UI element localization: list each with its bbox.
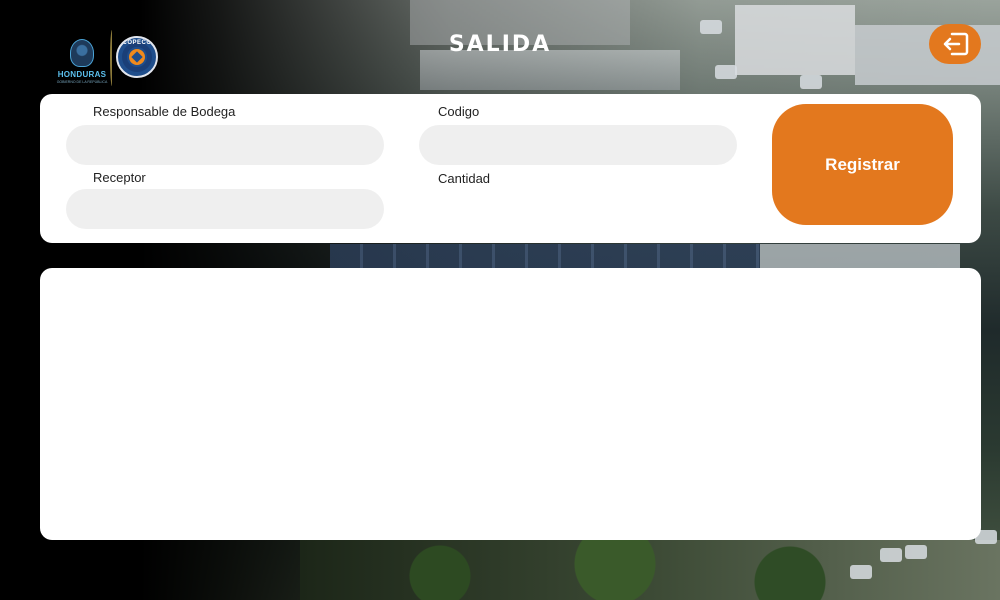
honduras-logo-text: HONDURAS [57,70,107,79]
honduras-logo-tagline: GOBIERNO DE LA REPÚBLICA [56,80,108,84]
output-form: Responsable de Bodega Codigo Receptor Ca… [40,94,981,243]
cantidad-label: Cantidad [438,171,491,186]
receptor-label: Receptor [93,170,146,185]
codigo-label: Codigo [438,104,480,119]
logout-arrow-icon [943,32,969,56]
page-title: SALIDA [448,32,552,57]
receptor-input[interactable] [66,189,384,229]
codigo-input[interactable] [419,125,737,165]
register-button[interactable]: Registrar [772,104,953,225]
responsable-input[interactable] [66,125,384,165]
exit-button[interactable] [929,24,981,64]
responsable-label: Responsable de Bodega [93,104,236,119]
results-panel [40,268,981,540]
